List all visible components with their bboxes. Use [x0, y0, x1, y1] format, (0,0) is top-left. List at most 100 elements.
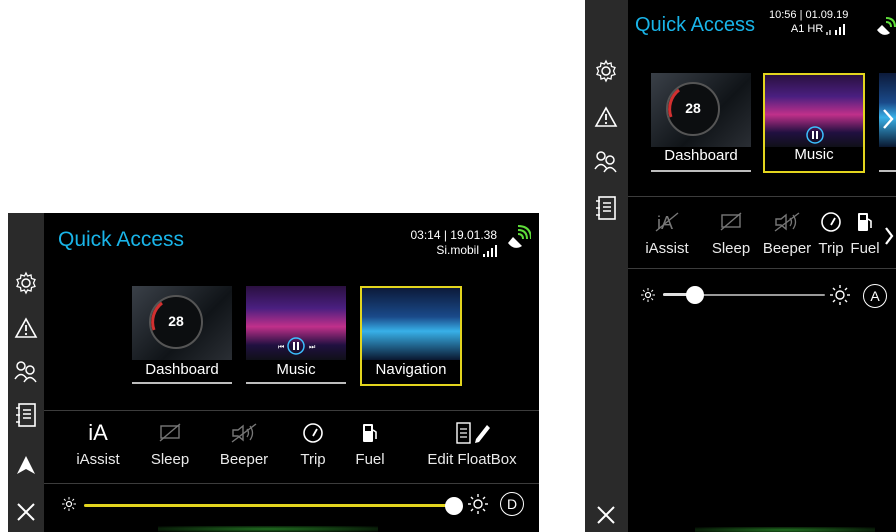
dashboard-speed: 28 [168, 313, 184, 329]
quick-item-label: iAssist [645, 240, 689, 257]
quick-access-screen-compact: Quick Access 10:56 | 01.09.19 A1 HR 28 D… [585, 0, 896, 532]
music-thumbnail: ⏮ ⏭ [246, 286, 346, 360]
tile-music[interactable]: ⏮ ⏭ Music [246, 286, 346, 384]
tile-music[interactable]: Music [763, 73, 865, 173]
fuel-pump-icon [361, 421, 379, 445]
trip-button[interactable]: Trip [285, 421, 341, 468]
music-thumbnail [765, 75, 863, 147]
warning-icon[interactable] [591, 102, 621, 132]
fuel-button[interactable]: Fuel [847, 210, 883, 257]
fuel-button[interactable]: Fuel [345, 421, 395, 468]
status-area: 10:56 | 01.09.19 A1 HR [769, 9, 848, 37]
divider [44, 483, 539, 484]
status-time: 10:56 | 01.09.19 [769, 9, 849, 21]
tile-underline [132, 382, 232, 384]
bottom-glow [695, 527, 875, 532]
quick-item-label: Beeper [762, 240, 812, 257]
bottom-glow [158, 526, 378, 532]
iassist-button[interactable]: iA iAssist [635, 210, 699, 257]
tile-underline [246, 382, 346, 384]
quick-item-label: Fuel [850, 240, 880, 257]
quick-item-label: Beeper [219, 451, 269, 468]
quick-item-label: iAssist [76, 451, 120, 468]
tile-label: Music [276, 361, 316, 378]
status-time: 03:14 | 19.01.38 [410, 228, 497, 242]
quick-item-label: Sleep [150, 451, 190, 468]
svg-text:⏭: ⏭ [309, 344, 316, 351]
dashboard-thumbnail: 28 [651, 73, 751, 148]
quick-item-label: Edit FloatBox [427, 451, 517, 468]
dashboard-speed: 28 [685, 100, 701, 116]
sleep-icon [158, 421, 182, 445]
iassist-icon: iA [88, 420, 108, 445]
svg-text:⏮: ⏮ [278, 344, 284, 351]
tile-label: Navigation [375, 361, 447, 378]
title-bar: Quick Access 10:56 | 01.09.19 A1 HR [585, 0, 896, 46]
brightness-slider-knob[interactable] [445, 497, 463, 515]
tile-dashboard[interactable]: 28 Dashboard [132, 286, 232, 384]
brightness-high-icon [830, 285, 850, 305]
quick-item-label: Fuel [355, 451, 385, 468]
iassist-disabled-icon: iA [654, 210, 680, 234]
navigation-thumbnail [362, 288, 460, 360]
satellite-signal-icon[interactable] [505, 225, 531, 251]
divider [628, 268, 896, 269]
sleep-button[interactable]: Sleep [701, 210, 761, 257]
beeper-muted-icon [773, 210, 801, 234]
sidebar [585, 0, 628, 532]
gauge-icon [302, 421, 324, 445]
quick-access-screen-large: Quick Access 03:14 | 19.01.38 Si.mobil 2… [8, 213, 539, 532]
quick-item-label: Trip [818, 240, 844, 257]
beeper-button[interactable]: Beeper [755, 210, 819, 257]
chevron-right-icon[interactable] [884, 226, 894, 246]
display-mode-badge[interactable]: D [500, 492, 524, 516]
sleep-icon [719, 210, 743, 234]
title-bar: Quick Access 03:14 | 19.01.38 Si.mobil [8, 213, 539, 259]
close-icon[interactable] [591, 500, 621, 530]
close-icon[interactable] [11, 497, 41, 527]
page-title: Quick Access [58, 228, 185, 251]
signal-bars-icon [826, 24, 846, 36]
edit-floatbox-icon [452, 421, 492, 445]
divider [44, 410, 539, 411]
iassist-button[interactable]: iA iAssist [68, 420, 128, 468]
sleep-button[interactable]: Sleep [140, 421, 200, 468]
page-title: Quick Access [635, 14, 756, 36]
warning-icon[interactable] [11, 313, 41, 343]
tile-label: Dashboard [664, 147, 738, 164]
beeper-button[interactable]: Beeper [214, 421, 274, 468]
notebook-icon[interactable] [591, 193, 621, 223]
gauge-icon [820, 210, 842, 234]
quick-item-label: Trip [300, 451, 326, 468]
users-icon[interactable] [11, 356, 41, 386]
trip-button[interactable]: Trip [813, 210, 849, 257]
sidebar [8, 213, 44, 532]
tile-dashboard[interactable]: 28 Dashboard [651, 73, 751, 172]
brightness-slider-fill [84, 504, 454, 507]
navigation-arrow-icon[interactable] [11, 450, 41, 480]
satellite-signal-icon[interactable] [875, 14, 896, 38]
edit-floatbox-button[interactable]: Edit FloatBox [412, 421, 532, 468]
status-area: 03:14 | 19.01.38 Si.mobil [410, 228, 497, 258]
carrier-name: A1 HR [790, 22, 824, 35]
users-icon[interactable] [591, 146, 621, 176]
gear-icon[interactable] [11, 268, 41, 298]
brightness-low-icon [62, 497, 76, 511]
fuel-pump-icon [856, 210, 874, 234]
chevron-right-icon[interactable] [882, 108, 894, 130]
tile-navigation[interactable]: Navigation [360, 286, 462, 386]
divider [628, 196, 896, 197]
tile-underline [879, 170, 896, 172]
brightness-slider-knob[interactable] [686, 286, 704, 304]
notebook-icon[interactable] [11, 400, 41, 430]
carrier-name: Si.mobil [436, 243, 479, 257]
signal-bars-icon [483, 244, 497, 257]
quick-item-label: Sleep [711, 240, 751, 257]
display-mode-badge[interactable]: A [863, 284, 887, 308]
tile-underline [651, 170, 751, 172]
tile-label: Dashboard [145, 361, 219, 378]
tile-label: Music [794, 146, 834, 163]
beeper-muted-icon [230, 421, 258, 445]
brightness-high-icon [468, 494, 488, 514]
gear-icon[interactable] [591, 56, 621, 86]
